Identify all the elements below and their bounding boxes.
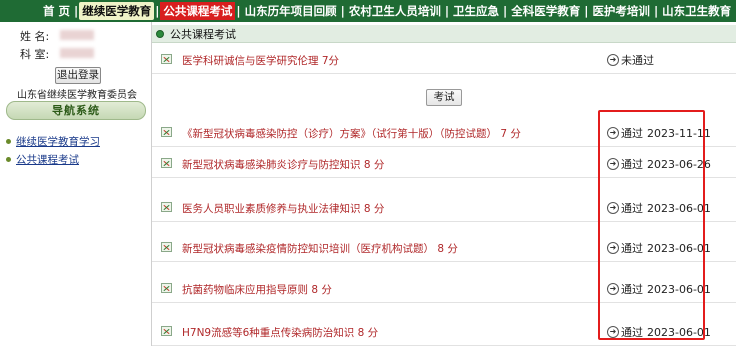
exam-status: ➜ 通过 2023-06-01 [607, 200, 711, 216]
arrow-right-icon[interactable]: ➜ [607, 202, 619, 214]
status-text: 通过 [621, 127, 643, 140]
status-text: 通过 [621, 242, 643, 255]
sidebar-item-label: 继续医学教育学习 [16, 135, 100, 148]
exam-icon [161, 127, 172, 137]
nav-item[interactable]: 全科医学教育 [508, 2, 583, 20]
sidebar-item-label: 公共课程考试 [16, 153, 79, 166]
exam-icon [161, 326, 172, 336]
sidebar-item-cme-study[interactable]: 继续医学教育学习 [6, 132, 100, 150]
exam-icon [161, 54, 172, 64]
status-date: 2023-06-01 [647, 282, 711, 296]
status-date: 2023-06-01 [647, 201, 711, 215]
arrow-right-icon[interactable]: ➜ [607, 283, 619, 295]
exam-title-link[interactable]: 医务人员职业素质修养与执业法律知识 8 分 [182, 201, 384, 216]
nav-system-header: 导航系统 [6, 101, 146, 120]
status-text: 通过 [621, 283, 643, 296]
exam-status: ➜ 通过 2023-11-11 [607, 125, 711, 141]
nav-item[interactable]: 农村卫生人员培训 [346, 2, 444, 20]
exam-row: 医务人员职业素质修养与执业法律知识 8 分 ➜ 通过 2023-06-01 [152, 194, 736, 222]
exam-row: 抗菌药物临床应用指导原则 8 分 ➜ 通过 2023-06-01 [152, 275, 736, 303]
exam-row: H7N9流感等6种重点传染病防治知识 8 分 ➜ 通过 2023-06-01 [152, 318, 736, 346]
status-text: 未通过 [621, 54, 654, 67]
name-label: 姓 名: [20, 30, 50, 43]
arrow-right-icon[interactable]: ➜ [607, 158, 619, 170]
exam-status: ➜ 通过 2023-06-01 [607, 240, 711, 256]
section-header: 公共课程考试 [152, 25, 736, 43]
exam-icon [161, 158, 172, 168]
nav-item[interactable]: 山东历年项目回顾 [242, 2, 340, 20]
nav-item[interactable]: 卫生应急 [450, 2, 502, 20]
exam-status: ➜ 通过 2023-06-26 [607, 156, 711, 172]
main-content: 公共课程考试 医学科研诚信与医学研究伦理 7分 ➜ 未通过 《新型冠状病毒感染防控（诊… [151, 22, 736, 346]
exam-icon [161, 242, 172, 252]
nav-item[interactable]: 医护考培训 [589, 2, 653, 20]
exam-title-link[interactable]: 新型冠状病毒感染疫情防控知识培训（医疗机构试题） 8 分 [182, 241, 458, 256]
exam-title-link[interactable]: 新型冠状病毒感染肺炎诊疗与防控知识 8 分 [182, 157, 384, 172]
exam-status: ➜ 未通过 [607, 52, 658, 68]
section-title: 公共课程考试 [170, 27, 236, 41]
nav-item[interactable]: 山东卫生教育 [659, 2, 734, 20]
exam-row: 新型冠状病毒感染肺炎诊疗与防控知识 8 分 ➜ 通过 2023-06-26 [152, 150, 736, 178]
bullet-icon [6, 138, 11, 144]
top-nav: 首 页 | 继续医学教育 | 公共课程考试 | 山东历年项目回顾 | 农村卫生人员培训 | 卫生应急… [0, 0, 736, 22]
status-date: 2023-06-26 [647, 157, 711, 171]
nav-item[interactable]: 首 页 [40, 2, 73, 20]
org-name: 山东省继续医学教育委员会 [17, 90, 137, 101]
status-text: 通过 [621, 326, 643, 339]
arrow-right-icon[interactable]: ➜ [607, 242, 619, 254]
sidebar-item-public-exam[interactable]: 公共课程考试 [6, 150, 100, 168]
exam-row: 医学科研诚信与医学研究伦理 7分 ➜ 未通过 [152, 46, 736, 74]
name-value-redacted [60, 30, 94, 40]
exam-icon [161, 283, 172, 293]
sidebar-links: 继续医学教育学习 公共课程考试 [6, 132, 100, 168]
arrow-right-icon[interactable]: ➜ [607, 54, 619, 66]
bullet-icon [6, 156, 11, 162]
exam-title-link[interactable]: 医学科研诚信与医学研究伦理 7分 [182, 53, 339, 68]
status-text: 通过 [621, 202, 643, 215]
status-date: 2023-06-01 [647, 325, 711, 339]
exam-icon [161, 202, 172, 212]
sidebar: 姓 名: 科 室: 退出登录 山东省继续医学教育委员会 导航系统 继续医学教育学… [0, 22, 150, 346]
status-date: 2023-06-01 [647, 241, 711, 255]
section-dot-icon [156, 29, 164, 38]
exam-status: ➜ 通过 2023-06-01 [607, 324, 711, 340]
exam-row: 新型冠状病毒感染疫情防控知识培训（医疗机构试题） 8 分 ➜ 通过 2023-06-0… [152, 234, 736, 262]
exam-button[interactable]: 考试 [426, 89, 462, 106]
exam-title-link[interactable]: H7N9流感等6种重点传染病防治知识 8 分 [182, 325, 378, 340]
status-date: 2023-11-11 [647, 126, 711, 140]
nav-item[interactable]: 公共课程考试 [160, 2, 236, 20]
dept-value-redacted [60, 48, 94, 58]
exam-row: 《新型冠状病毒感染防控（诊疗）方案》（试行第十版）（防控试题） 7 分 ➜ 通过 20… [152, 119, 736, 147]
exam-status: ➜ 通过 2023-06-01 [607, 281, 711, 297]
status-text: 通过 [621, 158, 643, 171]
logout-button[interactable]: 退出登录 [55, 67, 101, 84]
dept-label: 科 室: [20, 48, 50, 61]
nav-item[interactable]: 继续医学教育 [79, 2, 155, 20]
exam-title-link[interactable]: 抗菌药物临床应用指导原则 8 分 [182, 282, 332, 297]
arrow-right-icon[interactable]: ➜ [607, 326, 619, 338]
exam-title-link[interactable]: 《新型冠状病毒感染防控（诊疗）方案》（试行第十版）（防控试题） 7 分 [182, 126, 521, 141]
arrow-right-icon[interactable]: ➜ [607, 127, 619, 139]
